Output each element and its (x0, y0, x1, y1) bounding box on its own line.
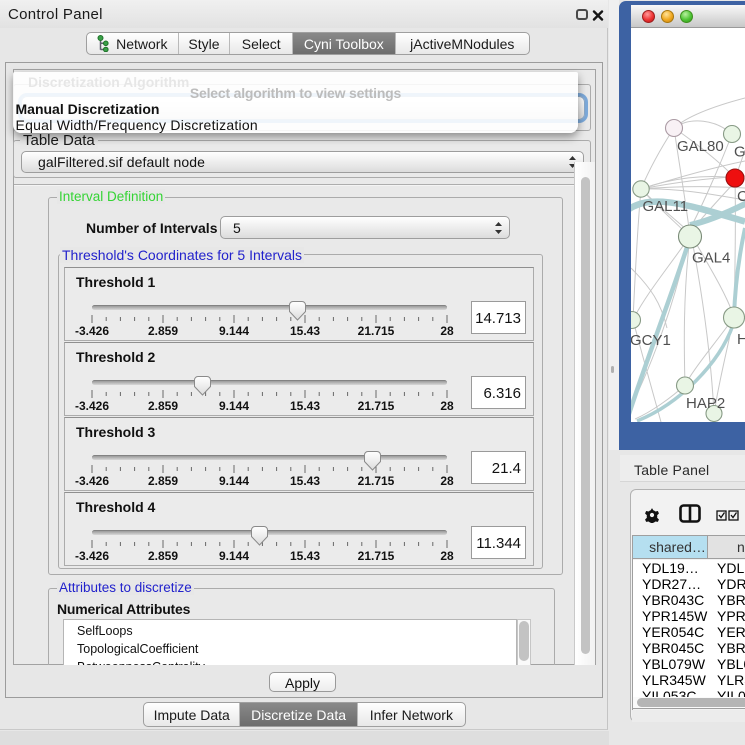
svg-text:H: H (737, 331, 745, 348)
svg-text:GAL11: GAL11 (643, 198, 689, 215)
svg-text:GA: GA (734, 144, 745, 161)
svg-text:C: C (737, 188, 745, 205)
svg-text:GAL80: GAL80 (677, 138, 724, 155)
svg-text:GAL4: GAL4 (692, 250, 730, 267)
svg-text:HAP2: HAP2 (686, 395, 725, 412)
svg-text:GCY1: GCY1 (631, 332, 671, 349)
